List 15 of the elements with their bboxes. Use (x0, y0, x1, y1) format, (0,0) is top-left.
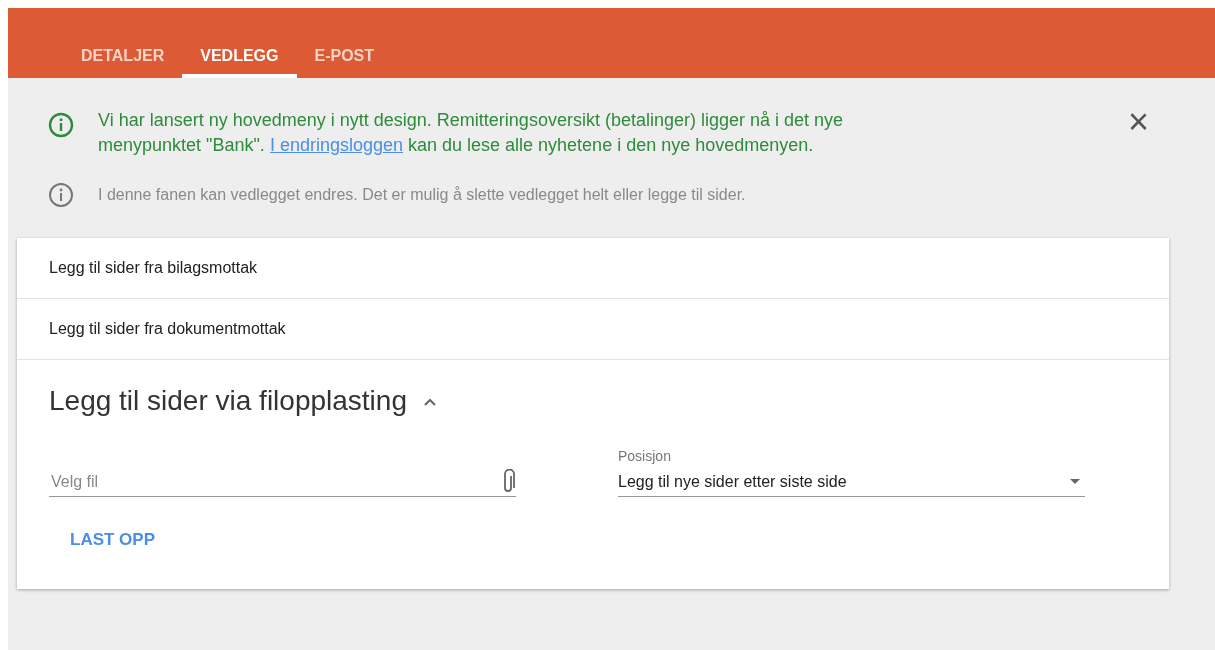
info-icon (48, 182, 74, 208)
position-dropdown[interactable]: Legg til nye sider etter siste side (618, 467, 1085, 497)
close-button[interactable]: × (1125, 108, 1151, 136)
section-title[interactable]: Legg til sider via filopplasting (49, 380, 407, 422)
notice-text: Vi har lansert ny hovedmeny i nytt design. Remitteringsoversikt (betalinger) ligger nå i det nye menypunktet "Bank". I endringsloggen kan du lese alle nyhetene i den nye hovedmenyen. (97, 109, 845, 157)
chevron-up-icon[interactable] (423, 396, 437, 406)
upload-button[interactable]: LAST OPP (49, 521, 176, 559)
info-icon (48, 112, 74, 138)
file-field[interactable]: Velg fil (49, 468, 500, 495)
section-header[interactable]: Legg til sider fra bilagsmottak (17, 238, 1169, 299)
field-label: Posisjon (618, 447, 672, 466)
dropdown-caret-icon[interactable] (1069, 478, 1081, 485)
section-header[interactable]: Legg til sider fra dokumentmottak (17, 299, 1169, 360)
info-text: I denne fanen kan vedlegget endres. Det er mulig å slette vedlegget helt eller legge til sider. (97, 185, 746, 205)
tab[interactable]: VEDLEGG (182, 38, 297, 78)
